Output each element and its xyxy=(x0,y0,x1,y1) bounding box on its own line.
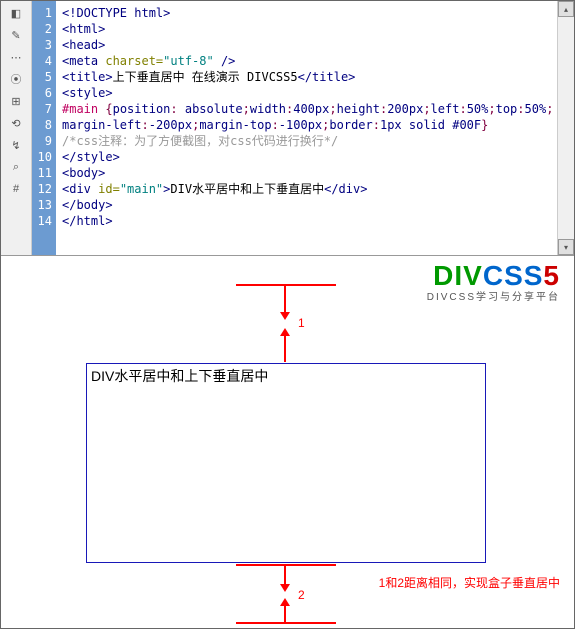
scroll-track[interactable] xyxy=(558,17,574,239)
line-number: 2 xyxy=(32,21,52,37)
app-window: ◧ ✎ ⋯ ⦿ ⊞ ⟲ ↯ ⌕ # 1 2 3 4 5 6 7 8 9 10 1… xyxy=(0,0,575,629)
annotation-rule-mid xyxy=(236,564,336,566)
code-token: margin-left xyxy=(62,118,141,132)
code-token: "utf-8" xyxy=(163,54,214,68)
code-token: absolute xyxy=(185,102,243,116)
code-token: <!DOCTYPE html> xyxy=(62,6,170,20)
tool-icon[interactable]: ⦿ xyxy=(8,71,24,87)
line-number: 9 xyxy=(32,133,52,149)
code-token: "main" xyxy=(120,182,163,196)
code-token: </title> xyxy=(298,70,356,84)
line-number: 6 xyxy=(32,85,52,101)
annotation-rule-top xyxy=(236,284,336,286)
box-text: DIV水平居中和上下垂直居中 xyxy=(87,364,485,388)
logo-subtitle: DIVCSS学习与分享平台 xyxy=(427,288,560,303)
code-token: 1px solid #00F xyxy=(380,118,481,132)
arrow-down-icon xyxy=(280,312,290,320)
code-token: width xyxy=(250,102,286,116)
code-token: left xyxy=(431,102,460,116)
code-token: /> xyxy=(214,54,236,68)
code-token: 50% xyxy=(525,102,547,116)
code-token: <body> xyxy=(62,166,105,180)
code-token: DIV水平居中和上下垂直居中 xyxy=(170,182,324,196)
code-comment: /*css注释：为了方便截图，对css代码进行换行*/ xyxy=(62,134,338,148)
annotation-arrow xyxy=(284,334,286,362)
code-editor-pane: ◧ ✎ ⋯ ⦿ ⊞ ⟲ ↯ ⌕ # 1 2 3 4 5 6 7 8 9 10 1… xyxy=(1,1,574,256)
arrow-up-icon xyxy=(280,328,290,336)
scroll-down-button[interactable]: ▾ xyxy=(558,239,574,255)
line-number: 10 xyxy=(32,149,52,165)
code-token: <title> xyxy=(62,70,113,84)
annotation-note: 1和2距离相同，实现盒子垂直居中 xyxy=(379,574,560,591)
scroll-up-button[interactable]: ▴ xyxy=(558,1,574,17)
code-token: ; xyxy=(243,102,250,116)
code-token: <head> xyxy=(62,38,105,52)
editor-toolbar: ◧ ✎ ⋯ ⦿ ⊞ ⟲ ↯ ⌕ # xyxy=(1,1,32,255)
code-token: <html> xyxy=(62,22,105,36)
code-token: <style> xyxy=(62,86,113,100)
line-number: 14 xyxy=(32,213,52,229)
code-token: -100px xyxy=(279,118,322,132)
code-token: 200px xyxy=(387,102,423,116)
code-token: </style> xyxy=(62,150,120,164)
line-number: 4 xyxy=(32,53,52,69)
code-token: margin-top xyxy=(199,118,271,132)
line-number: 11 xyxy=(32,165,52,181)
tool-icon[interactable]: ⟲ xyxy=(8,115,24,131)
centered-div-box: DIV水平居中和上下垂直居中 xyxy=(86,363,486,563)
code-token: 上下垂直居中 在线演示 DIVCSS5 xyxy=(113,70,298,84)
tool-icon[interactable]: ◧ xyxy=(8,5,24,21)
code-token: height xyxy=(337,102,380,116)
code-token: border xyxy=(329,118,372,132)
code-token: id= xyxy=(91,182,120,196)
annotation-number-1: 1 xyxy=(298,316,305,330)
annotation-number-2: 2 xyxy=(298,588,305,602)
code-token: #main xyxy=(62,102,105,116)
tool-icon[interactable]: # xyxy=(8,181,24,197)
code-token: } xyxy=(481,118,488,132)
line-number: 13 xyxy=(32,197,52,213)
tool-icon[interactable]: ↯ xyxy=(8,137,24,153)
tool-icon[interactable]: ✎ xyxy=(8,27,24,43)
code-token: 50% xyxy=(467,102,489,116)
annotation-arrow xyxy=(284,604,286,622)
line-number: 5 xyxy=(32,69,52,85)
line-number: 7 xyxy=(32,101,52,117)
line-number: 1 xyxy=(32,5,52,21)
line-number-gutter: 1 2 3 4 5 6 7 8 9 10 11 12 13 14 xyxy=(32,1,56,255)
code-token: 400px xyxy=(293,102,329,116)
code-token: -200px xyxy=(149,118,192,132)
preview-pane: DIVCSS5 DIVCSS学习与分享平台 1 DIV水平居中和上下垂直居中 2… xyxy=(1,256,574,629)
line-number: 12 xyxy=(32,181,52,197)
code-token: : xyxy=(170,102,184,116)
line-number: 8 xyxy=(32,117,52,133)
line-number: 3 xyxy=(32,37,52,53)
tool-icon[interactable]: ⋯ xyxy=(8,49,24,65)
annotation-rule-bottom xyxy=(236,622,336,624)
vertical-scrollbar[interactable]: ▴ ▾ xyxy=(557,1,574,255)
code-token: </body> xyxy=(62,198,113,212)
code-token: { xyxy=(105,102,112,116)
tool-icon[interactable]: ⌕ xyxy=(8,159,24,175)
code-token: charset= xyxy=(98,54,163,68)
code-token: top xyxy=(496,102,518,116)
logo: DIVCSS5 DIVCSS学习与分享平台 xyxy=(427,260,560,303)
arrow-down-icon xyxy=(280,584,290,592)
code-area[interactable]: <!DOCTYPE html> <html> <head> <meta char… xyxy=(56,1,574,255)
code-token: <meta xyxy=(62,54,98,68)
code-token: </div> xyxy=(324,182,367,196)
code-token: </html> xyxy=(62,214,113,228)
code-token: position xyxy=(113,102,171,116)
tool-icon[interactable]: ⊞ xyxy=(8,93,24,109)
arrow-up-icon xyxy=(280,598,290,606)
code-token: <div xyxy=(62,182,91,196)
